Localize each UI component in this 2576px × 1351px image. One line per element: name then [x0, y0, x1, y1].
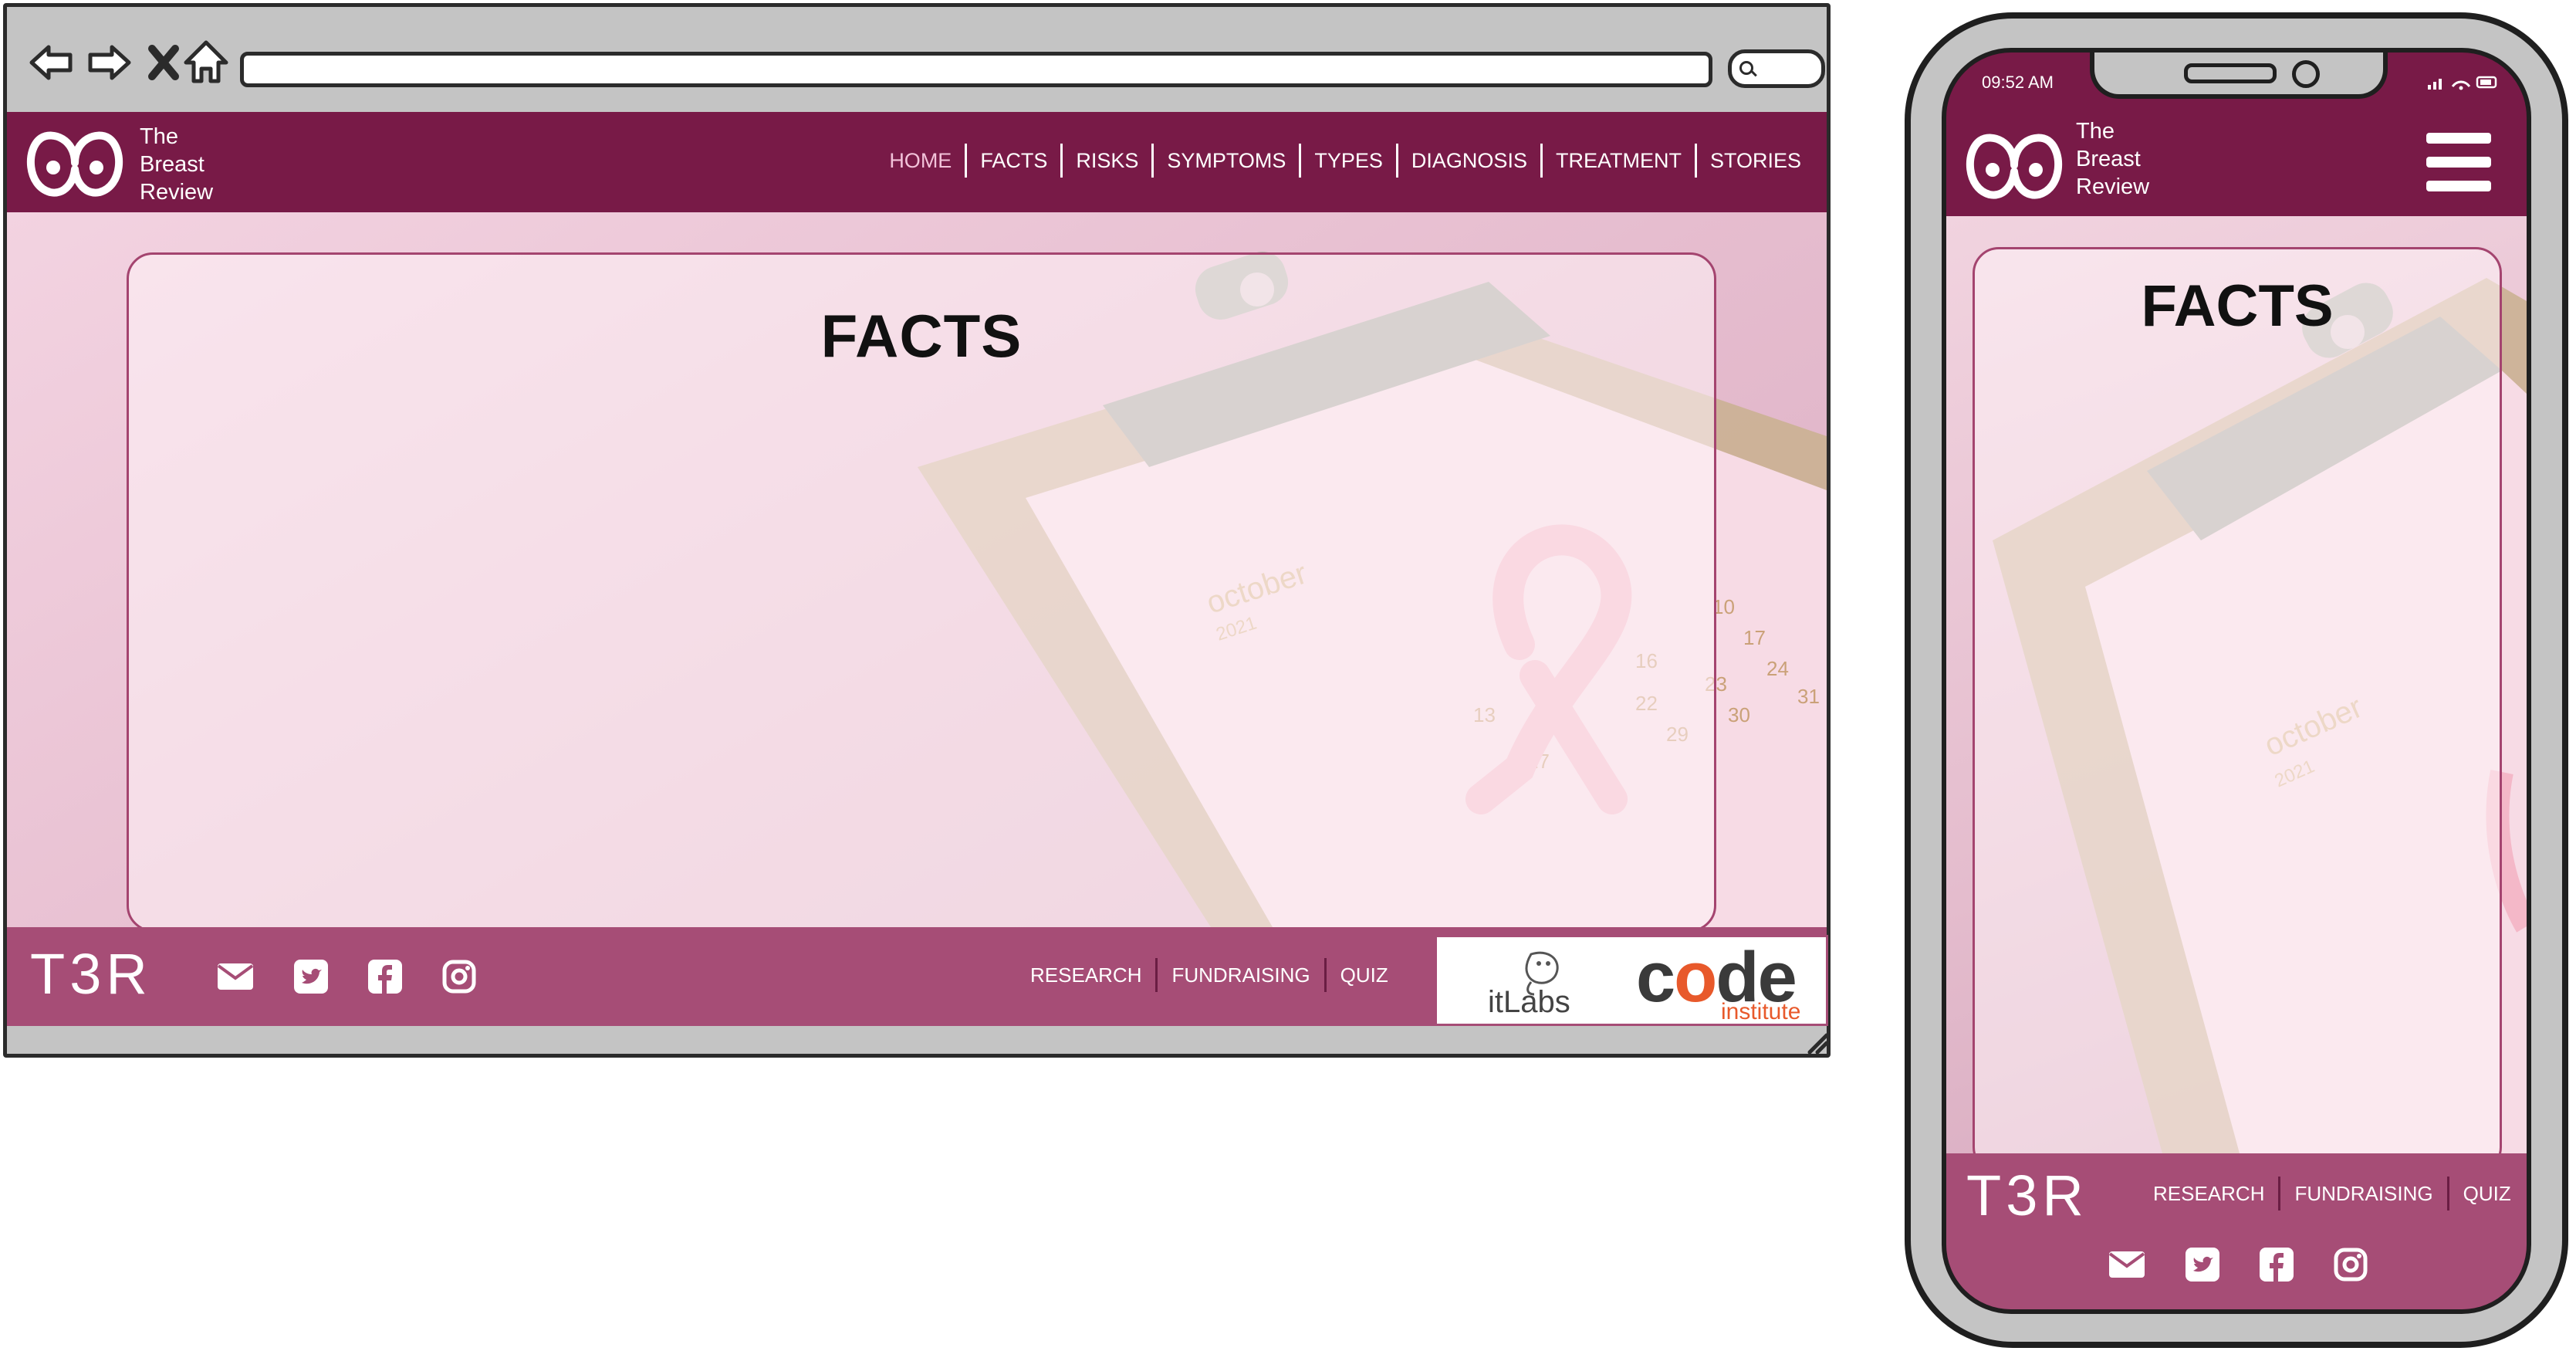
partner-logos: itLabs code institute: [1435, 935, 1828, 1026]
mobile-hero-card: FACTS: [1973, 247, 2502, 1153]
envelope-icon[interactable]: [217, 963, 254, 990]
brand-line: The: [2076, 119, 2115, 144]
calendar-day: 24: [1766, 657, 1789, 680]
mobile-screen: 09:52 AM The Breast Review FACTS T3R RES…: [1942, 48, 2531, 1314]
brand-line: The: [140, 124, 178, 149]
desktop-browser-window: The Breast Review HOME FACTS RISKS SYMPT…: [3, 3, 1831, 1058]
nav-item-home[interactable]: HOME: [876, 144, 965, 178]
address-bar[interactable]: [240, 52, 1712, 87]
instagram-icon[interactable]: [2334, 1248, 2368, 1282]
footer-links: RESEARCH FUNDRAISING QUIZ: [1016, 958, 1402, 992]
breast-logo-icon[interactable]: [1962, 127, 2067, 204]
brand-name[interactable]: The Breast Review: [2076, 117, 2149, 201]
t3r-logo[interactable]: T3R: [30, 941, 152, 1007]
status-icons: [2428, 76, 2497, 90]
nav-item-types[interactable]: TYPES: [1299, 144, 1396, 178]
brand-line: Breast: [140, 152, 205, 177]
hamburger-menu-icon[interactable]: [2426, 133, 2491, 191]
brand-line: Breast: [2076, 147, 2141, 171]
itlabs-logo-text: itLabs: [1488, 985, 1570, 1019]
institute-logo-text: institute: [1721, 999, 1801, 1024]
hero-card: FACTS: [127, 252, 1716, 927]
brand-line: Review: [2076, 174, 2150, 199]
envelope-icon[interactable]: [2108, 1251, 2145, 1278]
hero-section: october 2021 10 17 24 31 16 23 30 22 29 …: [7, 212, 1827, 927]
forward-arrow-icon[interactable]: [84, 38, 134, 87]
camera-icon: [2292, 60, 2320, 88]
browser-toolbar: [7, 7, 1827, 112]
site-footer: T3R RESEARCH FUNDRAISING QUIZ itLabs cod…: [7, 927, 1828, 1026]
facebook-icon[interactable]: [368, 960, 402, 994]
nav-item-treatment[interactable]: TREATMENT: [1540, 144, 1695, 178]
site-header: The Breast Review HOME FACTS RISKS SYMPT…: [7, 112, 1827, 212]
nav-item-symptoms[interactable]: SYMPTOMS: [1151, 144, 1299, 178]
search-icon: [1739, 61, 1753, 75]
calendar-day: 31: [1797, 685, 1820, 708]
brand-line: Review: [140, 180, 214, 205]
speaker-icon: [2184, 63, 2277, 83]
home-icon[interactable]: [181, 38, 231, 87]
mobile-header: 09:52 AM The Breast Review: [1946, 52, 2527, 216]
nav-item-facts[interactable]: FACTS: [965, 144, 1060, 178]
page-title: FACTS: [820, 302, 1023, 370]
calendar-day: 30: [1728, 703, 1750, 726]
mobile-hero-section: october 2021 FACTS: [1946, 216, 2527, 1153]
status-time: 09:52 AM: [1982, 73, 2054, 92]
main-nav: HOME FACTS RISKS SYMPTOMS TYPES DIAGNOSI…: [876, 144, 1814, 178]
footer-link-quiz[interactable]: QUIZ: [2446, 1177, 2525, 1210]
twitter-icon[interactable]: [294, 960, 328, 994]
footer-links: RESEARCH FUNDRAISING QUIZ: [2139, 1177, 2525, 1210]
search-button[interactable]: [1728, 49, 1825, 88]
back-arrow-icon[interactable]: [27, 38, 76, 87]
footer-link-fundraising[interactable]: FUNDRAISING: [2278, 1177, 2446, 1210]
t3r-logo[interactable]: T3R: [1966, 1163, 2088, 1228]
footer-link-quiz[interactable]: QUIZ: [1323, 958, 1402, 992]
twitter-icon[interactable]: [2186, 1248, 2219, 1282]
page-title: FACTS: [2141, 273, 2334, 339]
nav-item-stories[interactable]: STORIES: [1694, 144, 1814, 178]
footer-link-fundraising[interactable]: FUNDRAISING: [1155, 958, 1323, 992]
resize-grip-icon[interactable]: [1805, 1031, 1828, 1054]
footer-link-research[interactable]: RESEARCH: [2139, 1177, 2278, 1210]
calendar-day: 17: [1743, 626, 1766, 649]
breast-logo-icon[interactable]: [22, 124, 127, 201]
facebook-icon[interactable]: [2260, 1248, 2294, 1282]
nav-item-diagnosis[interactable]: DIAGNOSIS: [1395, 144, 1540, 178]
phone-notch: [2090, 52, 2388, 99]
instagram-icon[interactable]: [442, 960, 476, 994]
nav-item-risks[interactable]: RISKS: [1060, 144, 1151, 178]
footer-link-research[interactable]: RESEARCH: [1016, 958, 1155, 992]
brand-name[interactable]: The Breast Review: [140, 123, 213, 206]
mobile-footer: T3R RESEARCH FUNDRAISING QUIZ: [1946, 1153, 2527, 1309]
